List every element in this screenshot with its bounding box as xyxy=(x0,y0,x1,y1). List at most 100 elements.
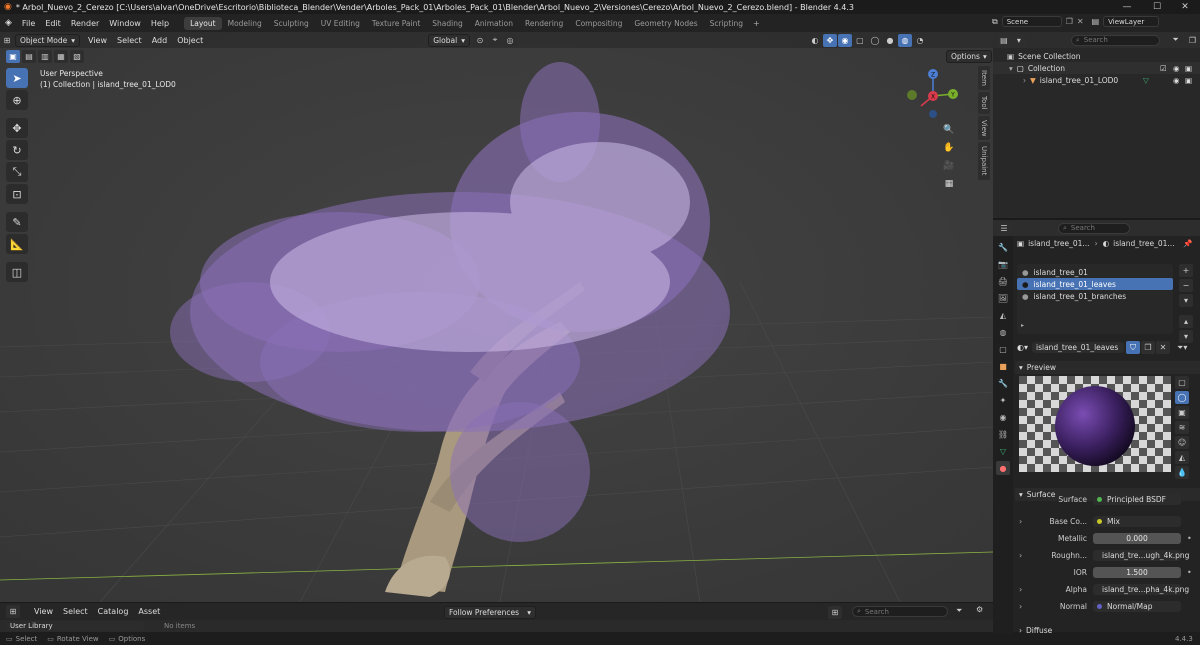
asset-menu-catalog[interactable]: Catalog xyxy=(93,607,134,616)
visibility-icon[interactable]: ◐ xyxy=(807,33,822,47)
material-slot-item[interactable]: ● island_tree_01 xyxy=(1017,266,1173,278)
particles-tab-icon[interactable]: ✦ xyxy=(996,393,1010,407)
add-cube-tool-icon[interactable]: ◫ xyxy=(6,262,28,282)
menu-help[interactable]: Help xyxy=(146,19,174,28)
pin-icon[interactable]: 📌 xyxy=(1183,239,1192,248)
node-filter-icon[interactable]: ⏷▾ xyxy=(1177,343,1187,353)
editor-type-icon[interactable]: ⊞ xyxy=(0,33,14,47)
menu-edit[interactable]: Edit xyxy=(40,19,66,28)
outliner-row-object[interactable]: › ▼ island_tree_01_LOD0 ▽ ◉ ▣ xyxy=(993,74,1200,86)
tab-animation[interactable]: Animation xyxy=(469,17,519,30)
3d-viewport[interactable]: ⊞ Object Mode ▾ View Select Add Object Globa… xyxy=(0,32,993,602)
rotate-tool-icon[interactable]: ↻ xyxy=(6,140,28,160)
new-scene-icon[interactable]: ❐ xyxy=(1066,17,1073,26)
sidebar-tab-item[interactable]: Item xyxy=(978,66,990,90)
viewport-menu-select[interactable]: Select xyxy=(112,36,147,45)
material-tab-icon[interactable]: ● xyxy=(996,461,1010,475)
camera-icon[interactable]: ▣ xyxy=(1185,76,1192,85)
add-slot-icon[interactable]: + xyxy=(1179,264,1193,277)
eye-icon[interactable]: ◉ xyxy=(1173,76,1180,85)
preview-hair-icon[interactable]: ≋ xyxy=(1175,421,1189,434)
slot-menu-icon[interactable]: ▾ xyxy=(1179,294,1193,307)
select-intersect-icon[interactable]: ▧ xyxy=(70,50,84,63)
settings-gear-icon[interactable]: ⚙ xyxy=(976,605,983,614)
preview-panel-header[interactable]: ▾ Preview xyxy=(1015,361,1200,374)
sidebar-tab-view[interactable]: View xyxy=(978,115,990,141)
preview-fluid-icon[interactable]: 💧 xyxy=(1175,466,1189,479)
expand-arrow-icon[interactable]: ▾ xyxy=(1009,64,1013,73)
remove-scene-icon[interactable]: ✕ xyxy=(1077,17,1084,26)
move-up-icon[interactable]: ▴ xyxy=(1179,315,1193,328)
material-slot-item[interactable]: ● island_tree_01_branches xyxy=(1017,290,1173,302)
minimize-button[interactable]: — xyxy=(1112,0,1142,14)
expand-arrow-icon[interactable]: › xyxy=(1015,551,1029,560)
asset-menu-select[interactable]: Select xyxy=(58,607,93,616)
modifier-tab-icon[interactable]: 🔧 xyxy=(996,376,1010,390)
render-tab-icon[interactable]: 📷 xyxy=(996,257,1010,271)
socket-field[interactable]: island_tre...pha_4k.png xyxy=(1093,583,1189,595)
world-tab-icon[interactable]: ◍ xyxy=(996,325,1010,339)
fake-user-icon[interactable]: ⛉ xyxy=(1126,341,1140,354)
outliner-editor-type-icon[interactable]: ▤ xyxy=(997,33,1011,47)
maximize-button[interactable]: ☐ xyxy=(1142,0,1172,14)
overlay-toggle-icon[interactable]: ◉ xyxy=(837,33,852,47)
select-invert-icon[interactable]: ▦ xyxy=(54,50,68,63)
object-tab-icon[interactable]: ■ xyxy=(996,359,1010,373)
outliner-row-scene-collection[interactable]: ▣ Scene Collection xyxy=(993,50,1200,62)
scale-tool-icon[interactable]: ⤡ xyxy=(6,162,28,182)
sidebar-tab-tool[interactable]: Tool xyxy=(978,91,990,114)
material-slot-item[interactable]: ● island_tree_01_leaves xyxy=(1017,278,1173,290)
blender-menu-icon[interactable]: ◈ xyxy=(0,18,17,28)
camera-icon[interactable]: ▣ xyxy=(1185,64,1192,73)
zoom-icon[interactable]: 🔍 xyxy=(941,122,957,138)
tab-modeling[interactable]: Modeling xyxy=(222,17,268,30)
viewport-scene[interactable] xyxy=(0,32,993,602)
select-subtract-icon[interactable]: ▥ xyxy=(38,50,52,63)
tab-compositing[interactable]: Compositing xyxy=(569,17,628,30)
numeric-field[interactable]: 1.500 xyxy=(1093,566,1181,578)
asset-library-selector[interactable]: User Library xyxy=(6,621,144,631)
material-browse-icon[interactable]: ◐▾ xyxy=(1017,343,1028,352)
data-tab-icon[interactable]: ▽ xyxy=(996,444,1010,458)
properties-search-input[interactable]: ⌕ Search xyxy=(1058,222,1130,234)
expand-arrow-icon[interactable]: › xyxy=(1023,76,1026,85)
preview-sphere-icon[interactable]: ◯ xyxy=(1175,391,1189,404)
wireframe-shading-icon[interactable]: ◯ xyxy=(867,33,882,47)
asset-menu-view[interactable]: View xyxy=(29,607,58,616)
menu-file[interactable]: File xyxy=(17,19,40,28)
tab-scripting[interactable]: Scripting xyxy=(704,17,749,30)
asset-editor-type-icon[interactable]: ⊞ xyxy=(6,605,20,618)
remove-slot-icon[interactable]: − xyxy=(1179,279,1193,292)
view-layer-selector[interactable]: ViewLayer xyxy=(1103,16,1160,27)
display-mode-icon[interactable]: ⊞ xyxy=(828,606,842,619)
perspective-toggle-icon[interactable]: ▦ xyxy=(941,176,957,192)
transform-tool-icon[interactable]: ⊡ xyxy=(6,184,28,204)
viewport-menu-view[interactable]: View xyxy=(83,36,112,45)
library-preferences-dropdown[interactable]: Follow Preferences ▾ xyxy=(444,606,536,619)
snap-icon[interactable]: ⌖ xyxy=(487,33,502,47)
filter-icon[interactable]: ⏷ xyxy=(956,606,962,616)
socket-field[interactable]: island_tre...ugh_4k.png xyxy=(1093,549,1189,561)
filter-icon[interactable]: ⏷ xyxy=(1172,35,1178,45)
view-layer-tab-icon[interactable]: 🖼 xyxy=(996,291,1010,305)
socket-field[interactable]: Principled BSDF xyxy=(1093,493,1181,505)
outliner-search-input[interactable]: ⌕ Search xyxy=(1070,34,1161,46)
solid-shading-icon[interactable]: ● xyxy=(882,33,897,47)
sidebar-tab-unipaint[interactable]: Unipaint xyxy=(978,142,990,180)
checkbox-icon[interactable]: ☑ xyxy=(1160,64,1167,73)
object-mode-dropdown[interactable]: Object Mode ▾ xyxy=(15,33,81,47)
tab-texture-paint[interactable]: Texture Paint xyxy=(366,17,426,30)
physics-tab-icon[interactable]: ◉ xyxy=(996,410,1010,424)
pivot-icon[interactable]: ⊙ xyxy=(472,33,487,47)
new-collection-icon[interactable]: ❐ xyxy=(1189,36,1196,45)
numeric-field[interactable]: 0.000 xyxy=(1093,532,1181,544)
material-slot-list[interactable]: ● island_tree_01 ● island_tree_01_leaves ● is… xyxy=(1017,264,1173,334)
navigation-gizmo[interactable]: Z Y X xyxy=(903,68,963,128)
tab-layout[interactable]: Layout xyxy=(184,16,222,30)
expand-arrow-icon[interactable]: › xyxy=(1015,517,1029,526)
pan-hand-icon[interactable]: ✋ xyxy=(941,140,957,156)
tab-rendering[interactable]: Rendering xyxy=(519,17,569,30)
move-tool-icon[interactable]: ✥ xyxy=(6,118,28,138)
add-workspace-button[interactable]: + xyxy=(749,19,764,28)
asset-menu-asset[interactable]: Asset xyxy=(133,607,165,616)
